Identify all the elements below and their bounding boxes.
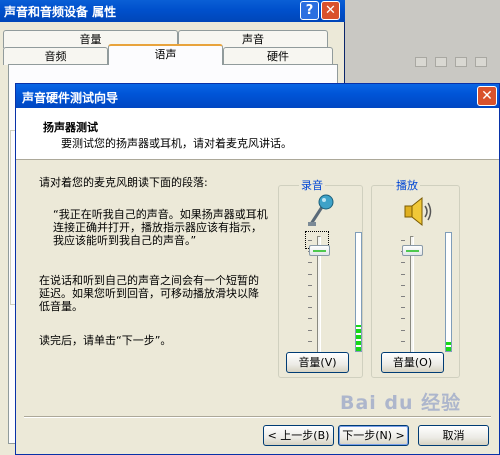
tab-audio[interactable]: 音频 <box>3 47 108 65</box>
slider-tick <box>401 273 405 275</box>
playback-volume-button[interactable]: 音量(O) <box>381 352 444 373</box>
slider-tick <box>308 318 312 320</box>
latency-note: 在说话和听到自己的声音之间会有一个短暂的延迟。如果您听到回音，可移动播放滑块以降… <box>39 274 259 313</box>
background-icon <box>435 57 447 67</box>
help-button[interactable]: ? <box>300 1 319 20</box>
slider-tick <box>308 329 312 331</box>
slider-tick <box>401 340 405 342</box>
back-button[interactable]: < 上一步(B) <box>263 425 334 446</box>
slider-tick <box>308 240 312 241</box>
slider-tick <box>401 240 405 241</box>
recording-volume-button[interactable]: 音量(V) <box>286 352 349 373</box>
slider-tick <box>401 296 405 297</box>
background-icon <box>455 57 467 67</box>
recording-level-fill <box>356 325 361 351</box>
wizard-header: 扬声器测试 要测试您的扬声器或耳机，请对着麦克风讲话。 <box>16 108 499 160</box>
speaker-icon <box>402 195 434 229</box>
header-subtitle: 要测试您的扬声器或耳机，请对着麦克风讲话。 <box>61 137 292 150</box>
slider-tick <box>308 262 312 264</box>
slider-tick <box>308 340 312 342</box>
header-title: 扬声器测试 <box>43 121 98 134</box>
reading-passage: “我正在听我自己的声音。如果扬声器或耳机连接正确并打开，播放指示器应该有指示，我… <box>53 208 268 247</box>
slider-tick <box>308 273 312 275</box>
reading-instruction: 请对着您的麦克风朗读下面的段落: <box>39 176 208 189</box>
slider-tick <box>308 296 312 297</box>
wizard-titlebar: 声音硬件测试向导 ✕ <box>16 84 499 108</box>
recording-group-label: 录音 <box>299 179 325 192</box>
slider-tick <box>308 284 312 286</box>
slider-tick <box>401 318 405 320</box>
playback-group-label: 播放 <box>394 179 420 192</box>
recording-slider-thumb[interactable] <box>309 244 330 256</box>
playback-level-fill <box>446 341 451 351</box>
cancel-button[interactable]: 取消 <box>418 425 489 446</box>
background-icon <box>475 57 487 67</box>
tab-voice[interactable]: 语声 <box>108 44 223 65</box>
playback-slider-thumb[interactable] <box>402 244 423 256</box>
close-button[interactable]: ✕ <box>321 1 340 20</box>
background-icon <box>415 57 427 67</box>
watermark-text: Bai du 经验 <box>340 392 462 414</box>
slider-tick <box>401 307 405 309</box>
tab-hardware[interactable]: 硬件 <box>223 47 333 65</box>
microphone-icon <box>305 193 337 227</box>
properties-title: 声音和音频设备 属性 <box>4 5 117 19</box>
footer-separator <box>24 416 491 418</box>
playback-level-meter <box>445 232 452 352</box>
playback-group: 播放 <box>371 179 460 378</box>
wizard-title: 声音硬件测试向导 <box>22 91 119 105</box>
next-button[interactable]: 下一步(N) > <box>338 425 409 446</box>
slider-tick <box>401 262 405 264</box>
recording-level-meter <box>355 232 362 352</box>
wizard-close-button[interactable]: ✕ <box>477 86 497 106</box>
slider-tick <box>308 307 312 309</box>
slider-tick <box>401 284 405 286</box>
background-window-strip <box>345 0 500 88</box>
properties-titlebar: 声音和音频设备 属性 ? ✕ <box>0 0 345 22</box>
slider-tick <box>401 329 405 331</box>
recording-group: 录音 <box>278 179 363 378</box>
finish-instruction: 读完后，请单击“下一步”。 <box>39 334 172 347</box>
